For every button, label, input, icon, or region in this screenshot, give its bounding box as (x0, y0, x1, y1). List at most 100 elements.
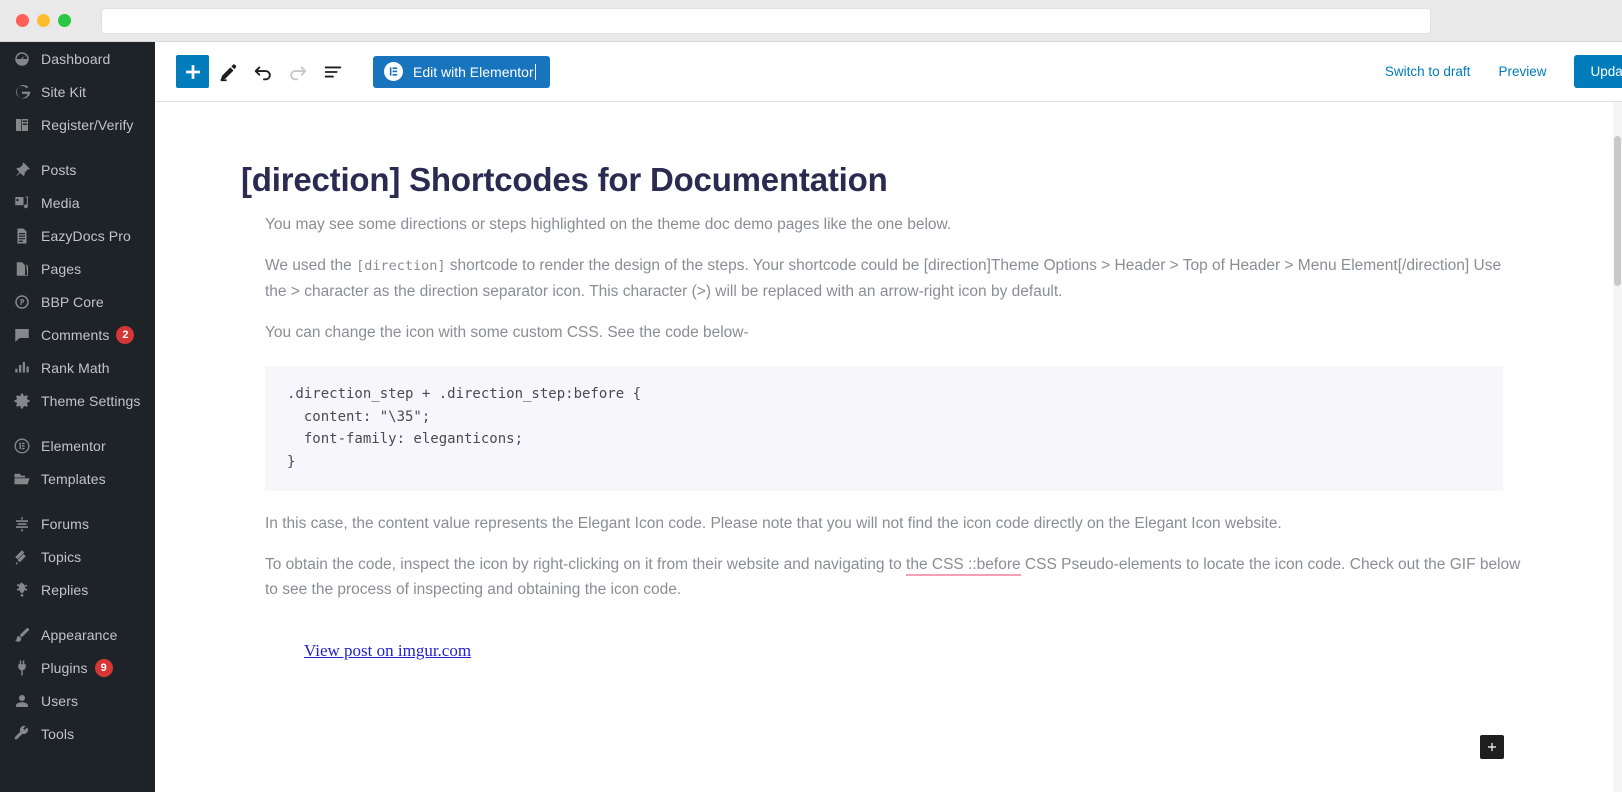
sidebar-item-register-verify[interactable]: Register/Verify (0, 108, 155, 141)
sidebar-item-label: EazyDocs Pro (41, 227, 131, 244)
book-icon (12, 115, 32, 135)
close-window-button[interactable] (16, 14, 29, 27)
sidebar-separator (0, 141, 155, 153)
text-cursor (534, 63, 536, 80)
editor-toolbar: Edit with Elementor (176, 55, 550, 88)
wrench-icon (12, 724, 32, 744)
post-content: You may see some directions or steps hig… (265, 212, 1525, 661)
paragraph-text: shortcode to render the design of the st… (265, 256, 1502, 301)
window-controls (16, 14, 71, 27)
sidebar-item-site-kit[interactable]: Site Kit (0, 75, 155, 108)
comment-icon (12, 325, 32, 345)
brush-icon (12, 625, 32, 645)
sidebar-item-label: Site Kit (41, 83, 87, 100)
paragraph-text: To obtain the code, inspect the icon by … (265, 555, 907, 573)
maximize-window-button[interactable] (58, 14, 71, 27)
paragraph-block[interactable]: In this case, the content value represen… (265, 511, 1525, 537)
plugins-count-badge: 9 (94, 658, 113, 677)
sidebar-item-topics[interactable]: Topics (0, 540, 155, 573)
imgur-embed-link[interactable]: View post on imgur.com (304, 641, 471, 661)
canvas-scrollbar-thumb[interactable] (1614, 136, 1621, 286)
sidebar-item-label: Register/Verify (41, 116, 134, 133)
url-bar[interactable] (101, 7, 1431, 34)
sidebar-item-dashboard[interactable]: Dashboard (0, 42, 155, 75)
plug-icon (12, 658, 32, 678)
sidebar-item-users[interactable]: Users (0, 684, 155, 717)
sidebar-item-templates[interactable]: Templates (0, 462, 155, 495)
sidebar-item-pages[interactable]: Pages (0, 252, 155, 285)
sidebar-item-label: Comments (41, 326, 110, 343)
comments-count-badge: 2 (116, 325, 135, 344)
sidebar-item-rank-math[interactable]: Rank Math (0, 351, 155, 384)
sidebar-item-media[interactable]: Media (0, 186, 155, 219)
sidebar-item-label: Dashboard (41, 50, 111, 67)
editor-header: Edit with Elementor Switch to draft Prev… (155, 42, 1622, 102)
gear-icon (12, 391, 32, 411)
sidebar-item-label: Templates (41, 470, 106, 487)
inline-code: [direction] (356, 257, 446, 274)
rank-math-icon (12, 358, 32, 378)
update-button[interactable]: Update (1574, 55, 1622, 88)
sidebar-separator (0, 417, 155, 429)
paragraph-text: We used the (265, 256, 357, 274)
google-g-icon (12, 82, 32, 102)
paragraph-block[interactable]: You can change the icon with some custom… (265, 320, 1525, 346)
user-icon (12, 691, 32, 711)
paragraph-block[interactable]: To obtain the code, inspect the icon by … (265, 552, 1525, 603)
pages-icon (12, 259, 32, 279)
preview-button[interactable]: Preview (1498, 64, 1546, 79)
edit-mode-button[interactable] (211, 55, 244, 88)
paragraph-block[interactable]: You may see some directions or steps hig… (265, 212, 1525, 238)
sidebar-item-label: Topics (41, 548, 82, 565)
browser-chrome (0, 0, 1622, 42)
code-block-content: .direction_step + .direction_step:before… (287, 386, 642, 470)
paragraph-block[interactable]: We used the [direction] shortcode to ren… (265, 253, 1525, 305)
sidebar-item-comments[interactable]: Comments 2 (0, 318, 155, 351)
minimize-window-button[interactable] (37, 14, 50, 27)
sidebar-item-eazydocs-pro[interactable]: EazyDocs Pro (0, 219, 155, 252)
admin-sidebar: Dashboard Site Kit Register/Verify Posts… (0, 42, 155, 792)
sidebar-item-label: Tools (41, 725, 75, 742)
sidebar-item-label: BBP Core (41, 293, 104, 310)
sidebar-item-label: Appearance (41, 626, 118, 643)
spell-check-underlined-text: the CSS ::before (906, 555, 1021, 576)
switch-to-draft-button[interactable]: Switch to draft (1385, 64, 1471, 79)
sidebar-item-plugins[interactable]: Plugins 9 (0, 651, 155, 684)
sidebar-item-replies[interactable]: Replies (0, 573, 155, 606)
sidebar-item-label: Rank Math (41, 359, 110, 376)
sidebar-item-tools[interactable]: Tools (0, 717, 155, 750)
sidebar-item-label: Replies (41, 581, 89, 598)
redo-button[interactable] (281, 55, 314, 88)
page-title[interactable]: [direction] Shortcodes for Documentation (241, 161, 1541, 199)
add-block-button[interactable] (176, 55, 209, 88)
editor-header-actions: Switch to draft Preview Update (1385, 42, 1622, 101)
sidebar-separator (0, 606, 155, 618)
sidebar-item-label: Users (41, 692, 79, 709)
pin-icon (12, 160, 32, 180)
sidebar-item-label: Pages (41, 260, 82, 277)
replies-icon (12, 580, 32, 600)
block-appender-button[interactable] (1480, 735, 1504, 759)
elementor-logo-icon (384, 62, 403, 81)
bbp-core-icon (12, 292, 32, 312)
sidebar-item-forums[interactable]: Forums (0, 507, 155, 540)
sidebar-item-posts[interactable]: Posts (0, 153, 155, 186)
list-view-button[interactable] (316, 55, 349, 88)
elementor-icon (12, 436, 32, 456)
sidebar-item-label: Forums (41, 515, 90, 532)
sidebar-item-label: Posts (41, 161, 77, 178)
canvas-scrollbar-track[interactable] (1613, 102, 1622, 792)
document-icon (12, 226, 32, 246)
sidebar-item-appearance[interactable]: Appearance (0, 618, 155, 651)
sidebar-item-label: Theme Settings (41, 392, 141, 409)
sidebar-item-bbp-core[interactable]: BBP Core 2 (0, 285, 155, 318)
edit-with-elementor-button[interactable]: Edit with Elementor (373, 55, 550, 88)
forums-icon (12, 514, 32, 534)
dashboard-icon (12, 49, 32, 69)
sidebar-separator (0, 495, 155, 507)
code-block[interactable]: .direction_step + .direction_step:before… (265, 366, 1503, 491)
sidebar-item-elementor[interactable]: Elementor (0, 429, 155, 462)
folder-icon (12, 469, 32, 489)
sidebar-item-theme-settings[interactable]: Theme Settings (0, 384, 155, 417)
undo-button[interactable] (246, 55, 279, 88)
